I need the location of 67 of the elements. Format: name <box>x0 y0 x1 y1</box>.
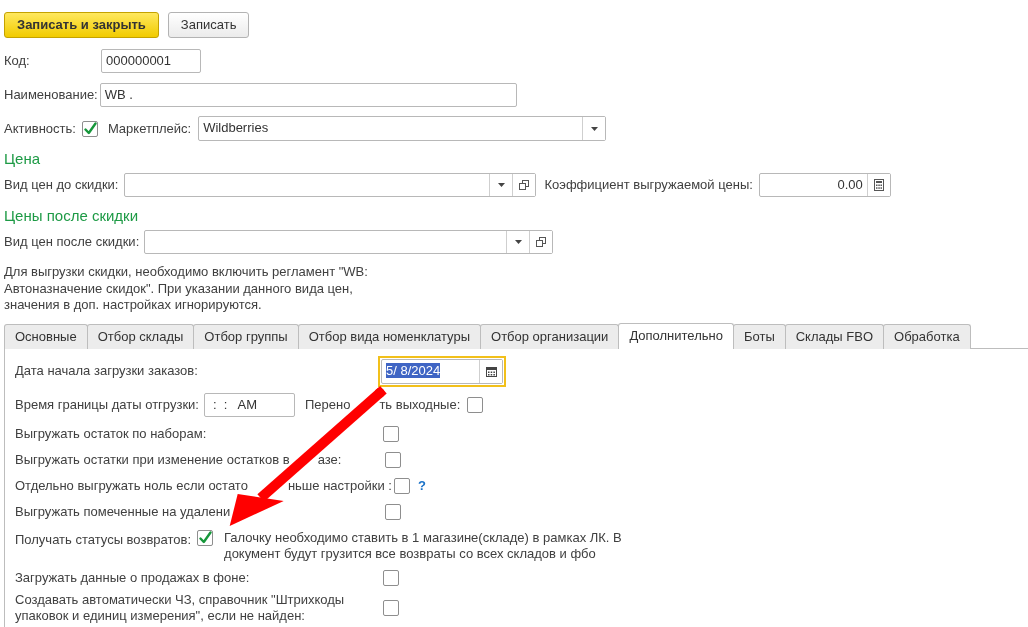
tab[interactable]: Склады FBO <box>784 323 885 349</box>
save-button[interactable]: Записать <box>167 12 250 38</box>
calculator-icon <box>873 179 884 191</box>
dropdown-button[interactable] <box>582 117 606 140</box>
checkmark-icon <box>198 530 213 545</box>
note-text: Галочку необходимо ставить в 1 магазине(складе) в рамках ЛК. В документ будут грузится все возвраты со всех складов и фбо <box>224 529 623 562</box>
checkbox[interactable] <box>467 396 484 413</box>
field-label: Дата начала загрузки заказов: <box>15 363 199 379</box>
calendar-icon <box>485 365 497 377</box>
tab[interactable]: Отбор организации <box>480 323 620 349</box>
open-button[interactable] <box>512 174 536 196</box>
tab[interactable]: Дополнительно <box>618 322 734 349</box>
field-label: Время границы даты отгрузки: <box>15 395 199 414</box>
field-label: Загружать данные о продажах в фоне: <box>15 569 251 586</box>
save-close-button[interactable]: Записать и закрыть <box>4 12 159 38</box>
field-label: Отдельно выгружать ноль если остато <box>15 477 248 493</box>
field-label: ньше настройки : <box>287 477 392 493</box>
checkbox[interactable] <box>383 569 399 586</box>
checkbox[interactable] <box>383 425 399 442</box>
time-field[interactable]: : : AM <box>203 392 295 417</box>
field-label: Вид цен до скидки: <box>4 176 119 195</box>
field-label: Выгружать помеченные на удалени <box>15 503 231 519</box>
checkbox[interactable] <box>393 477 410 494</box>
text-field[interactable]: WB . <box>99 83 517 107</box>
dropdown-field[interactable]: Wildberries <box>198 116 607 141</box>
tab[interactable]: Основные <box>4 323 88 349</box>
checkbox[interactable] <box>197 529 214 546</box>
field-label: Коэффициент выгружаемой цены: <box>544 176 753 195</box>
field-label: азе: <box>317 451 342 467</box>
field-label: ть выходные: <box>379 396 461 412</box>
help-link[interactable]: ? <box>417 475 426 496</box>
field-label: Активность: <box>4 119 76 138</box>
calendar-button[interactable] <box>479 359 502 383</box>
tab[interactable]: Отбор склады <box>86 323 195 349</box>
field-label: Наименование: <box>4 86 98 105</box>
field-label: Код: <box>4 52 31 71</box>
checkbox[interactable] <box>385 503 401 520</box>
section-heading: Цена <box>4 150 42 168</box>
section-heading: Цены после скидки <box>4 207 140 225</box>
field-label: Выгружать остатки при изменение остатков в <box>15 451 290 467</box>
field-label: Маркетплейс: <box>107 119 192 138</box>
calculator-button[interactable] <box>866 174 890 196</box>
text-field[interactable]: 000000001 <box>101 49 201 73</box>
dropdown-field[interactable] <box>144 230 554 254</box>
field-label: Перено <box>304 396 351 412</box>
squares-icon <box>536 237 547 247</box>
tab[interactable]: Обработка <box>883 323 971 349</box>
checkbox[interactable] <box>81 120 98 137</box>
field-label: Получать статусы возвратов: <box>15 530 192 549</box>
checkbox[interactable] <box>383 599 399 616</box>
info-text: Для выгрузки скидки, необходимо включить регламент "WB: Автоназначение скидок". При указании данного вида цен, значения в доп. настройках игнорируются. <box>4 264 369 314</box>
open-button[interactable] <box>529 231 553 253</box>
field-label: Создавать автоматически ЧЗ, справочник "Штрихкоды упаковок и единиц измерения", если не найден: <box>15 591 346 624</box>
number-field[interactable]: 0.00 <box>758 173 891 197</box>
date-field[interactable]: 5/ 8/2024 <box>381 358 503 384</box>
tab[interactable]: Боты <box>732 323 786 349</box>
squares-icon <box>519 180 530 190</box>
tab[interactable]: Отбор группы <box>193 323 299 349</box>
checkbox[interactable] <box>385 451 401 468</box>
caret-icon <box>590 126 598 131</box>
caret-icon <box>498 183 505 187</box>
checkmark-icon <box>82 121 97 136</box>
dropdown-field[interactable] <box>124 173 537 197</box>
tab[interactable]: Отбор вида номенклатуры <box>297 323 482 349</box>
field-label: Вид цен после скидки: <box>4 233 140 252</box>
caret-icon <box>514 240 522 244</box>
field-label: Выгружать остаток по наборам: <box>15 425 208 442</box>
